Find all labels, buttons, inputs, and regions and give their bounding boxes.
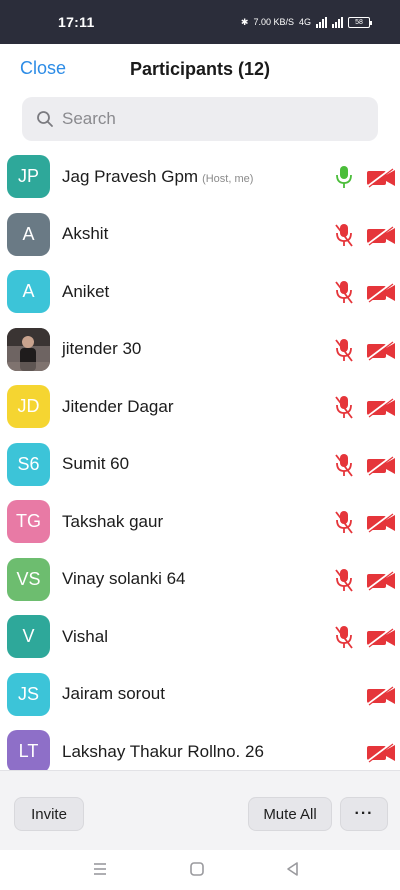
avatar: LT [7, 730, 50, 774]
participant-name-wrap: Aniket [62, 282, 109, 302]
participant-name: Sumit 60 [62, 454, 130, 474]
system-nav-bar [0, 850, 400, 890]
participant-name: jitender 30 [62, 339, 142, 359]
avatar-initials: TG [16, 511, 41, 532]
more-options-button[interactable]: ··· [340, 797, 388, 831]
mic-muted-icon[interactable] [333, 624, 355, 650]
avatar: TG [7, 500, 50, 544]
video-off-icon[interactable] [366, 397, 396, 418]
avatar-initials: JP [17, 166, 39, 187]
avatar: VS [7, 557, 50, 601]
participant-row[interactable]: A Aniket [0, 263, 400, 321]
participant-name: Jairam sorout [62, 684, 165, 704]
participant-row[interactable]: jitender 30 [0, 321, 400, 379]
back-icon[interactable] [282, 858, 304, 880]
video-off-icon[interactable] [366, 627, 396, 648]
video-off-icon[interactable] [366, 282, 396, 303]
mic-muted-icon[interactable] [333, 394, 355, 420]
participants-header: Close Participants (12) [0, 44, 400, 94]
video-off-icon[interactable] [366, 454, 396, 475]
participant-name: Takshak gaur [62, 511, 164, 531]
menu-icon[interactable] [89, 858, 111, 880]
participant-row[interactable]: JP Jag Pravesh Gpm (Host, me) [0, 148, 400, 206]
video-off-icon[interactable] [366, 569, 396, 590]
participant-name-wrap: Vishal [62, 627, 108, 647]
battery-level: 58 [355, 18, 363, 26]
avatar: S6 [7, 442, 50, 486]
close-button[interactable]: Close [20, 58, 66, 79]
participant-row[interactable]: TG Takshak gaur [0, 493, 400, 551]
participant-name-wrap: Lakshay Thakur Rollno. 26 [62, 742, 264, 762]
bluetooth-icon: ✱ [240, 16, 249, 27]
mic-on-icon[interactable] [333, 164, 355, 190]
avatar-initials: S6 [17, 453, 40, 474]
participant-name-wrap: Jag Pravesh Gpm (Host, me) [62, 167, 253, 187]
participant-name-wrap: Sumit 60 [62, 454, 129, 474]
battery-icon: 58 [348, 16, 372, 28]
video-off-icon[interactable] [366, 167, 396, 188]
page-title: Participants (12) [129, 58, 271, 79]
status-time: 17:11 [58, 14, 95, 30]
participant-row[interactable]: S6 Sumit 60 [0, 436, 400, 494]
participant-list: JP Jag Pravesh Gpm (Host, me) A Akshit A Anike… [0, 148, 400, 781]
participant-role: (Host, me) [202, 172, 254, 185]
status-bar: 17:11 ✱ 7.00 KB/S 4G 58 [0, 0, 400, 44]
participant-name: Vishal [62, 626, 108, 646]
participant-name: Akshit [62, 224, 109, 244]
search-input[interactable] [62, 109, 342, 129]
mic-muted-icon[interactable] [333, 337, 355, 363]
participant-name: Jag Pravesh Gpm [62, 166, 199, 186]
avatar: JD [7, 385, 50, 429]
video-off-icon[interactable] [366, 512, 396, 533]
video-off-icon[interactable] [366, 684, 396, 705]
mic-muted-icon[interactable] [333, 452, 355, 478]
participant-name: Aniket [62, 281, 110, 301]
invite-button[interactable]: Invite [14, 797, 84, 831]
mic-muted-icon[interactable] [333, 222, 355, 248]
avatar-initials: JD [17, 396, 40, 417]
participant-name-wrap: Vinay solanki 64 [62, 569, 186, 589]
avatar: A [7, 212, 50, 256]
avatar-initials: JS [17, 683, 39, 704]
search-bar[interactable] [22, 97, 378, 141]
participant-name-wrap: Jitender Dagar [62, 397, 174, 417]
status-icons: ✱ 7.00 KB/S 4G 58 [240, 16, 372, 28]
mic-muted-icon[interactable] [333, 279, 355, 305]
avatar-initials: LT [18, 741, 39, 762]
participant-name-wrap: Akshit [62, 224, 108, 244]
participants-footer: Invite Mute All ··· [0, 770, 400, 850]
signal-icon-2 [332, 16, 343, 28]
avatar-initials: VS [16, 568, 41, 589]
participant-name: Jitender Dagar [62, 396, 174, 416]
network-speed: 7.00 KB/S [253, 17, 294, 27]
avatar: V [7, 615, 50, 659]
participant-row[interactable]: V Vishal [0, 608, 400, 666]
avatar-photo [7, 327, 50, 371]
video-off-icon[interactable] [366, 742, 396, 763]
avatar: A [7, 270, 50, 314]
avatar-initials: V [22, 626, 35, 647]
mic-muted-icon[interactable] [333, 567, 355, 593]
mic-muted-icon[interactable] [333, 509, 355, 535]
video-off-icon[interactable] [366, 224, 396, 245]
network-type: 4G [298, 17, 311, 27]
avatar: JS [7, 672, 50, 716]
participant-name: Lakshay Thakur Rollno. 26 [62, 741, 264, 761]
home-icon[interactable] [186, 858, 208, 880]
participant-name: Vinay solanki 64 [62, 569, 186, 589]
mute-all-button[interactable]: Mute All [248, 797, 332, 831]
participant-row[interactable]: A Akshit [0, 206, 400, 264]
participant-name-wrap: Takshak gaur [62, 512, 163, 532]
avatar-initials: A [22, 281, 35, 302]
participant-row[interactable]: VS Vinay solanki 64 [0, 551, 400, 609]
signal-icon [316, 16, 327, 28]
avatar-initials: A [22, 223, 35, 244]
participant-name-wrap: Jairam sorout [62, 684, 165, 704]
avatar: JP [7, 155, 50, 199]
search-icon [37, 111, 53, 127]
participant-row[interactable]: JS Jairam sorout [0, 666, 400, 724]
participant-name-wrap: jitender 30 [62, 339, 141, 359]
video-off-icon[interactable] [366, 339, 396, 360]
participant-row[interactable]: JD Jitender Dagar [0, 378, 400, 436]
